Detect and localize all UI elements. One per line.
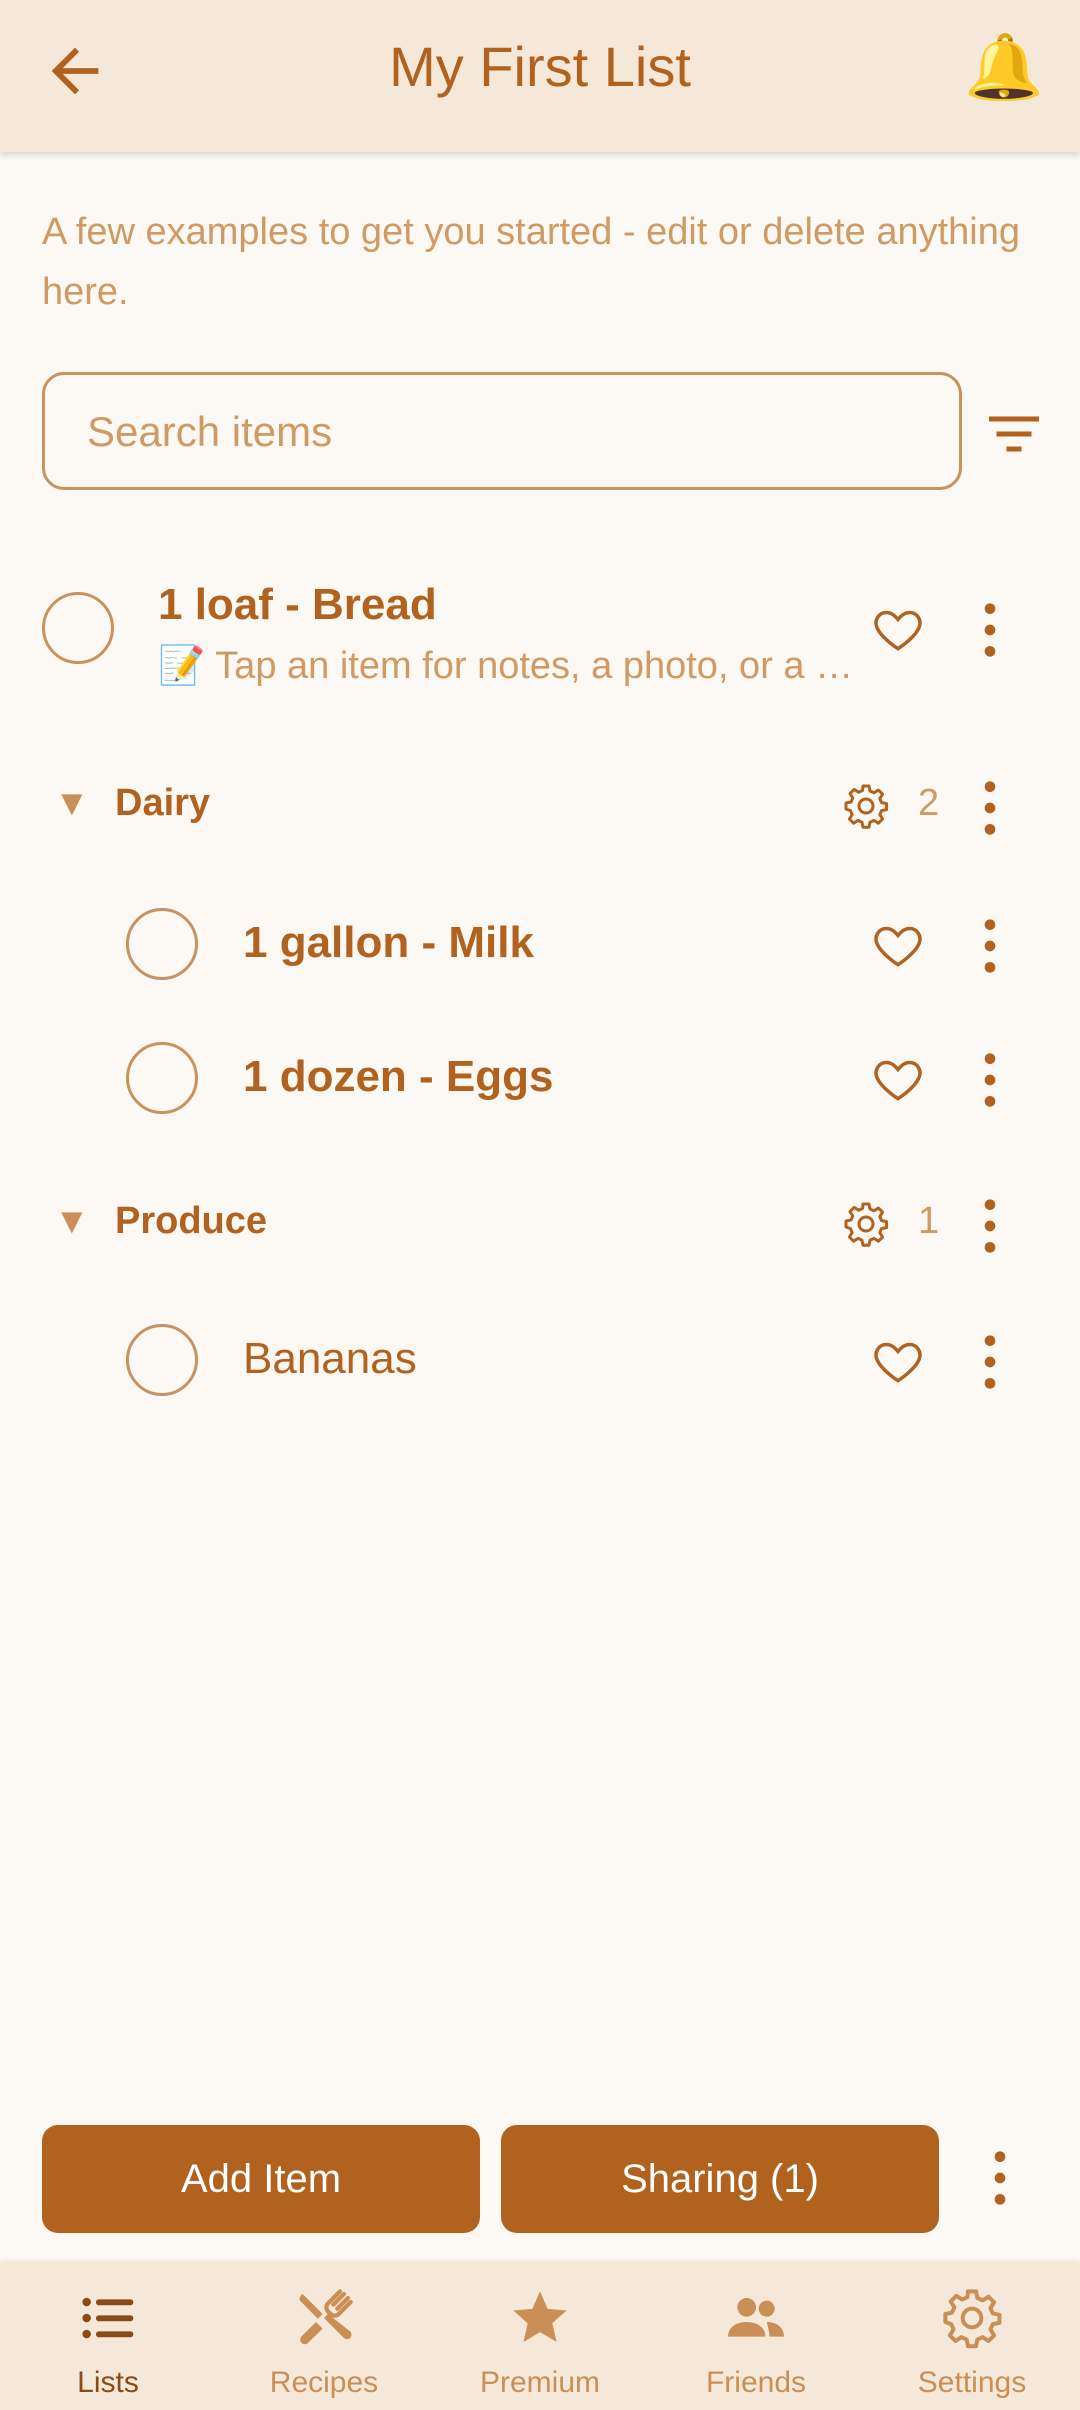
heart-icon[interactable]: [870, 1052, 926, 1108]
item-title: 1 dozen - Eggs: [243, 1052, 554, 1101]
more-icon[interactable]: [968, 598, 1012, 662]
heart-icon[interactable]: [870, 918, 926, 974]
category-settings-icon[interactable]: [842, 1200, 890, 1248]
nav-item-settings[interactable]: Settings: [864, 2262, 1080, 2410]
app-header: My First List 🔔: [0, 0, 1080, 152]
category-count: 2: [918, 782, 940, 824]
nav-item-premium[interactable]: Premium: [432, 2262, 648, 2410]
nav-label: Friends: [705, 2366, 807, 2399]
collapse-arrow-icon[interactable]: ▼: [54, 782, 90, 824]
nav-item-friends[interactable]: Friends: [648, 2262, 864, 2410]
filter-icon[interactable]: [984, 404, 1044, 464]
list-item[interactable]: 1 gallon - Milk: [0, 904, 1080, 990]
item-note: 📝 Tap an item for notes, a photo, or a …: [158, 645, 854, 687]
bottom-nav: Lists Recipes Premium Friends Settings: [0, 2262, 1080, 2410]
item-checkbox[interactable]: [126, 1042, 198, 1114]
bell-icon[interactable]: 🔔: [964, 30, 1044, 105]
more-icon[interactable]: [968, 1330, 1012, 1394]
people-icon: [728, 2298, 784, 2337]
category-name: Dairy: [115, 782, 211, 824]
list-item[interactable]: Bananas: [0, 1324, 1080, 1410]
category-name: Produce: [115, 1200, 268, 1242]
more-icon[interactable]: [968, 1194, 1012, 1258]
nav-label: Lists: [77, 2366, 139, 2399]
more-icon[interactable]: [978, 2146, 1022, 2210]
list-item[interactable]: 1 loaf - Bread 📝 Tap an item for notes, …: [0, 580, 1080, 690]
nav-label: Settings: [917, 2366, 1027, 2399]
item-title: Bananas: [243, 1334, 417, 1383]
item-title: 1 gallon - Milk: [243, 918, 534, 967]
item-checkbox[interactable]: [42, 592, 114, 664]
page-title: My First List: [389, 35, 691, 98]
gear-icon: [943, 2289, 1002, 2349]
heart-icon[interactable]: [870, 1334, 926, 1390]
category-header-dairy[interactable]: ▼ Dairy 2: [0, 776, 1080, 836]
nav-item-recipes[interactable]: Recipes: [216, 2262, 432, 2410]
list-icon: [82, 2297, 134, 2339]
collapse-arrow-icon[interactable]: ▼: [54, 1200, 90, 1242]
category-settings-icon[interactable]: [842, 782, 890, 830]
item-title: 1 loaf - Bread: [158, 580, 437, 629]
item-checkbox[interactable]: [126, 1324, 198, 1396]
star-icon: [513, 2291, 567, 2342]
fork-knife-icon: [299, 2289, 353, 2345]
item-checkbox[interactable]: [126, 908, 198, 980]
nav-label: Premium: [479, 2366, 600, 2399]
category-header-produce[interactable]: ▼ Produce 1: [0, 1194, 1080, 1254]
more-icon[interactable]: [968, 914, 1012, 978]
heart-icon[interactable]: [870, 602, 926, 658]
list-item[interactable]: 1 dozen - Eggs: [0, 1038, 1080, 1124]
more-icon[interactable]: [968, 776, 1012, 840]
search-box[interactable]: [42, 372, 962, 490]
add-item-button[interactable]: Add Item: [42, 2125, 480, 2233]
sharing-button[interactable]: Sharing (1): [501, 2125, 939, 2233]
search-input[interactable]: [85, 375, 929, 489]
more-icon[interactable]: [968, 1048, 1012, 1112]
list-description: A few examples to get you started - edit…: [42, 211, 1021, 313]
nav-label: Recipes: [269, 2366, 379, 2399]
category-count: 1: [918, 1200, 940, 1242]
nav-item-lists[interactable]: Lists: [0, 2262, 216, 2410]
